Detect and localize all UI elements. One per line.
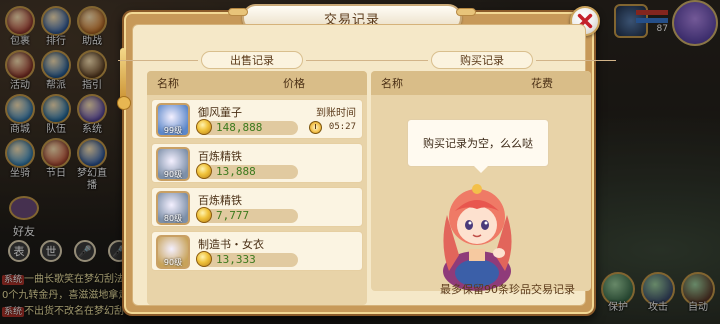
sale-record-row[interactable]: 99级 御风童子 148,888 到账时间 05:27: [151, 99, 363, 139]
price-field: 13,333: [196, 251, 298, 267]
item-level: 80级: [163, 214, 183, 223]
item-name: 制造书・女衣: [198, 238, 264, 251]
item-price: 148,888: [216, 121, 263, 134]
item-icon: 99级: [156, 103, 190, 137]
title-ornament-left: [228, 8, 248, 16]
dialog-body: 出售记录 购买记录 名称 价格 99级 御风童子 148,888 到账时间 05:27 9…: [118, 24, 616, 306]
col-name: 名称: [157, 77, 179, 90]
price-field: 13,888: [196, 163, 298, 179]
col-name: 名称: [381, 77, 403, 90]
title-ornament-right: [456, 8, 476, 16]
gold-coin-icon: [196, 251, 212, 267]
item-name: 百炼精铁: [198, 194, 242, 207]
sell-record-title: 出售记录: [118, 51, 386, 69]
sale-record-row[interactable]: 90级 百炼精铁 13,888: [151, 143, 363, 183]
gold-coin-icon: [196, 163, 212, 179]
dialog-ornament: [117, 48, 131, 110]
gold-coin-icon: [196, 207, 212, 223]
footer-note: 最多保留90条珍品交易记录: [440, 283, 575, 296]
arrive-time: 05:27: [328, 122, 356, 132]
sale-record-row[interactable]: 90级 制造书・女衣 13,333: [151, 231, 363, 271]
gold-coin-icon: [196, 119, 212, 135]
item-level: 90级: [163, 170, 183, 179]
buy-record-title: 购买记录: [348, 51, 616, 69]
empty-message: 购买记录为空，么么哒: [407, 119, 549, 173]
buy-list-header: 名称 花费: [371, 71, 591, 95]
item-name: 御风童子: [198, 106, 242, 119]
clock-icon: [309, 121, 322, 134]
col-cost: 花费: [531, 77, 553, 90]
item-icon: 90级: [156, 235, 190, 269]
sell-list-header: 名称 价格: [147, 71, 367, 95]
item-level: 90级: [163, 258, 183, 267]
item-price: 13,888: [216, 165, 256, 178]
price-field: 7,777: [196, 207, 298, 223]
item-icon: 90级: [156, 147, 190, 181]
item-price: 7,777: [216, 209, 250, 222]
item-icon: 80级: [156, 191, 190, 225]
item-level: 99级: [163, 126, 183, 135]
item-name: 百炼精铁: [198, 150, 242, 163]
col-price: 价格: [283, 77, 305, 90]
sell-record-list[interactable]: 名称 价格 99级 御风童子 148,888 到账时间 05:27 90级 百炼精铁 13,8…: [147, 71, 367, 305]
trade-record-dialog: 交易记录 出售记录 购买记录 名称 价格 99级 御风童子 148,888 到账时间 0…: [117, 4, 616, 316]
buy-record-list: 名称 花费 购买记录为空，么么哒: [371, 71, 591, 291]
item-price: 13,333: [216, 253, 256, 266]
arrive-time-label: 到账时间: [316, 108, 356, 119]
mascot-girl-icon: [443, 184, 512, 291]
sale-record-row[interactable]: 80级 百炼精铁 7,777: [151, 187, 363, 227]
price-field: 148,888: [196, 119, 298, 135]
